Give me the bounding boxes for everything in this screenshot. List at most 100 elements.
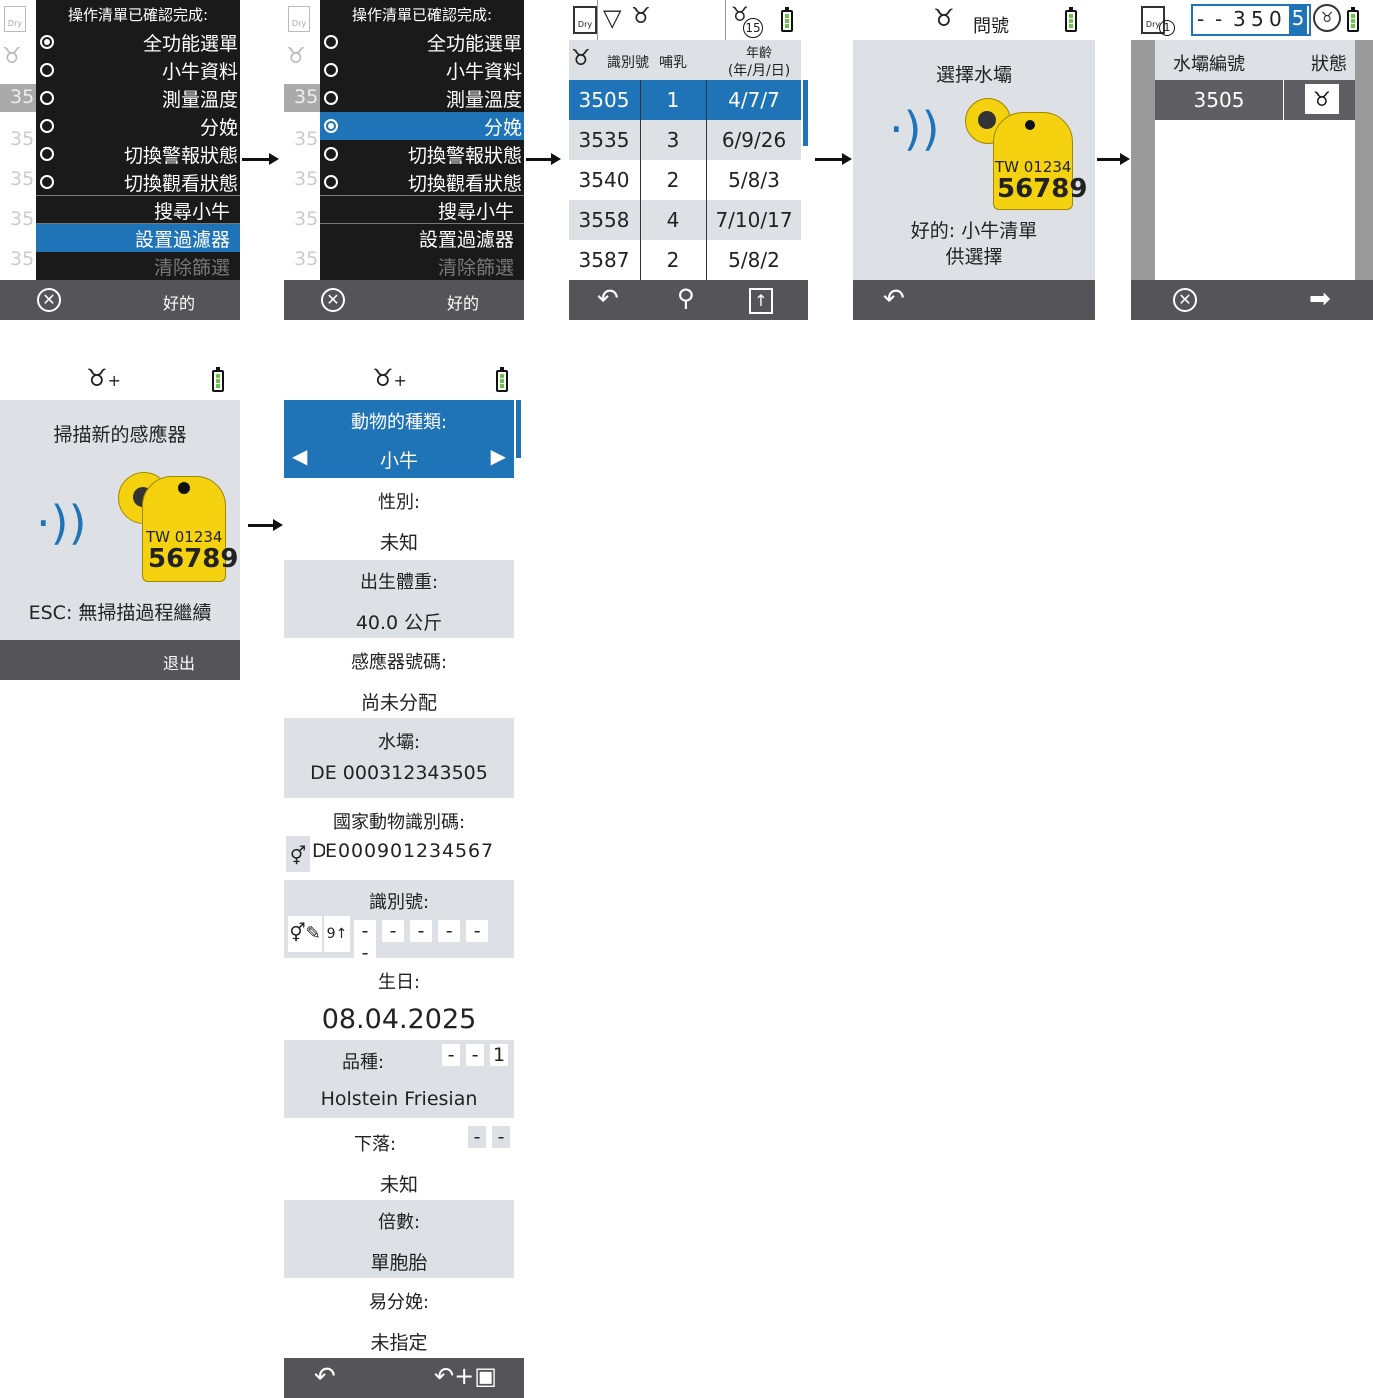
sex-value: 未知 — [379, 532, 418, 554]
radio-icon — [40, 147, 54, 161]
multiple-value: 單胞胎 — [370, 1252, 428, 1274]
table-row[interactable]: 3540 2 5/8/3 — [569, 160, 801, 200]
field-label: 倍數: — [377, 1212, 421, 1233]
back-save-icon[interactable]: ↶+▣ — [434, 1362, 497, 1390]
sensor-value: 尚未分配 — [360, 692, 437, 714]
flow-arrow — [242, 153, 279, 165]
dialog-panel: 選擇水壩 ·)) TW 01234 56789 好的: 小牛清單 供選擇 — [853, 40, 1095, 280]
gender-edit-icon[interactable]: ⚥✎ — [288, 916, 322, 952]
breed-code-input[interactable]: - - 1 — [442, 1044, 512, 1074]
dam-field[interactable]: 水壩: DE 000312343505 — [284, 718, 514, 798]
menu-item-calf-data[interactable]: 小牛資料 — [36, 56, 240, 84]
ok-button[interactable]: 好的 — [163, 290, 195, 314]
bg-id: 35 — [294, 128, 319, 150]
table-row[interactable]: 3535 3 6/9/26 — [569, 120, 801, 160]
cow-add-icon: ♉+ — [86, 364, 121, 392]
back-icon[interactable]: ↶ — [314, 1362, 336, 1392]
table-row[interactable]: 3558 4 7/10/17 — [569, 200, 801, 240]
menu-item-calf-data[interactable]: 小牛資料 — [320, 56, 524, 84]
footer-bar: ✕ ➡ — [1131, 280, 1373, 320]
menu-item-full[interactable]: 全功能選單 — [320, 28, 524, 56]
radio-icon — [324, 35, 338, 49]
birth-weight-field[interactable]: 出生體重: 40.0 公斤 — [284, 560, 514, 638]
battery-icon — [212, 367, 224, 392]
sex-field[interactable]: 性別: 未知 — [284, 480, 514, 560]
calving-ease-value: 未指定 — [370, 1332, 428, 1354]
dialog-message: 好的: 小牛清單 — [910, 220, 1038, 242]
whereabouts-code-input[interactable]: - - — [468, 1126, 514, 1156]
radio-icon — [324, 147, 338, 161]
menu-item-calving[interactable]: 分娩 — [320, 112, 524, 140]
dam-value: DE 000312343505 — [310, 762, 488, 784]
rfid-icon: ·)) — [889, 102, 940, 156]
page-up-icon[interactable]: ↑ — [749, 288, 773, 314]
flow-arrow — [1097, 153, 1130, 165]
id-digit-input[interactable]: - - 3 5 0 5 — [1191, 4, 1311, 36]
bg-id: 35 — [294, 208, 319, 230]
back-icon[interactable]: ↶ — [597, 284, 619, 314]
cow-status-icon: ♉ — [1305, 84, 1339, 114]
menu-title: 操作清單已確認完成: — [351, 6, 493, 24]
ident-input[interactable]: - - - - - - — [354, 920, 514, 964]
cow-icon: ♉ — [631, 4, 651, 29]
no-cow-icon: ♉ — [1313, 4, 1341, 32]
cancel-icon[interactable]: ✕ — [321, 288, 345, 312]
menu-item-clear-filter[interactable]: 清除篩選 — [320, 252, 524, 280]
menu-item-filter[interactable]: 設置過濾器 — [36, 224, 240, 252]
animal-type-field[interactable]: 動物的種類: ◀ 小牛 ▶ — [284, 400, 514, 478]
national-id-field[interactable]: 國家動物識別碼: ⚥ DE000901234567 — [284, 800, 514, 878]
field-label: 性別: — [377, 492, 421, 513]
menu-item-alarm[interactable]: 切換警報狀態 — [320, 140, 524, 168]
menu-item-watch[interactable]: 切換觀看狀態 — [36, 168, 240, 196]
whereabouts-field[interactable]: 下落: - - 未知 — [284, 1120, 514, 1200]
search-icon[interactable]: ⚲ — [677, 284, 695, 312]
menu-item-watch[interactable]: 切換觀看狀態 — [320, 168, 524, 196]
field-label: 下落: — [354, 1134, 397, 1155]
menu-item-full[interactable]: 全功能選單 — [36, 28, 240, 56]
ear-tag-icon: TW 01234 56789 — [118, 472, 238, 584]
screen-menu-1: Dry ♉ 35 35 35 35 35 操作清單已確認完成: 全功能選單 小牛… — [0, 0, 240, 320]
dialog-message: ESC: 無掃描過程繼續 — [28, 602, 212, 624]
table-row[interactable]: 3587 2 5/8/2 — [569, 240, 801, 280]
calving-ease-field[interactable]: 易分娩: 未指定 — [284, 1280, 514, 1358]
battery-icon — [1347, 7, 1359, 32]
field-label: 生日: — [377, 972, 421, 993]
back-icon[interactable]: ↶ — [883, 284, 905, 314]
radio-icon — [40, 35, 54, 49]
scrollbar[interactable] — [803, 80, 808, 146]
sensor-field[interactable]: 感應器號碼: 尚未分配 — [284, 640, 514, 718]
cancel-icon[interactable]: ✕ — [1173, 288, 1197, 312]
table-row[interactable]: 3505 1 4/7/7 — [569, 80, 801, 120]
breed-field[interactable]: 品種: - - 1 Holstein Friesian — [284, 1040, 514, 1118]
scrollbar[interactable] — [516, 400, 521, 458]
menu-item-filter[interactable]: 設置過濾器 — [320, 224, 524, 252]
sort-icon[interactable]: 9↑ — [324, 916, 350, 952]
menu-item-alarm[interactable]: 切換警報狀態 — [36, 140, 240, 168]
animal-type-value: 小牛 — [379, 450, 418, 472]
menu-item-temperature[interactable]: 測量溫度 — [320, 84, 524, 112]
screen-menu-2: Dry ♉ 35 35 35 35 35 操作清單已確認完成: 全功能選單 小牛… — [284, 0, 524, 320]
menu-item-search[interactable]: 搜尋小牛 — [36, 196, 240, 224]
national-id-input[interactable]: DE000901234567 — [312, 840, 512, 870]
multiple-field[interactable]: 倍數: 單胞胎 — [284, 1200, 514, 1278]
table-row[interactable]: 3505 ♉ — [1155, 80, 1355, 120]
exit-button[interactable]: 退出 — [163, 650, 195, 674]
field-label: 易分娩: — [368, 1292, 430, 1313]
radio-icon — [40, 91, 54, 105]
menu-item-clear-filter[interactable]: 清除篩選 — [36, 252, 240, 280]
cancel-icon[interactable]: ✕ — [37, 288, 61, 312]
ident-field[interactable]: 識別號: ⚥✎ 9↑ - - - - - - — [284, 880, 514, 964]
next-arrow-icon[interactable]: ➡ — [1309, 284, 1331, 314]
footer-bar: ↶ — [853, 280, 1095, 320]
right-arrow-icon[interactable]: ▶ — [491, 444, 506, 468]
birthday-field[interactable]: 生日: 08.04.2025 — [284, 960, 514, 1040]
popup-menu: 操作清單已確認完成: 全功能選單 小牛資料 測量溫度 分娩 切換警報狀態 切換觀… — [320, 0, 524, 280]
screen-calf-form: ♉+ 動物的種類: ◀ 小牛 ▶ 性別: 未知 出生體重: 40.0 公斤 感應… — [284, 360, 524, 1398]
whereabouts-value: 未知 — [379, 1174, 418, 1196]
table-header: ♉ 識別號 哺乳 年齡 (年/月/日) — [569, 40, 801, 80]
flow-arrow — [526, 153, 561, 165]
menu-item-search[interactable]: 搜尋小牛 — [320, 196, 524, 224]
menu-item-calving[interactable]: 分娩 — [36, 112, 240, 140]
menu-item-temperature[interactable]: 測量溫度 — [36, 84, 240, 112]
ok-button[interactable]: 好的 — [447, 290, 479, 314]
